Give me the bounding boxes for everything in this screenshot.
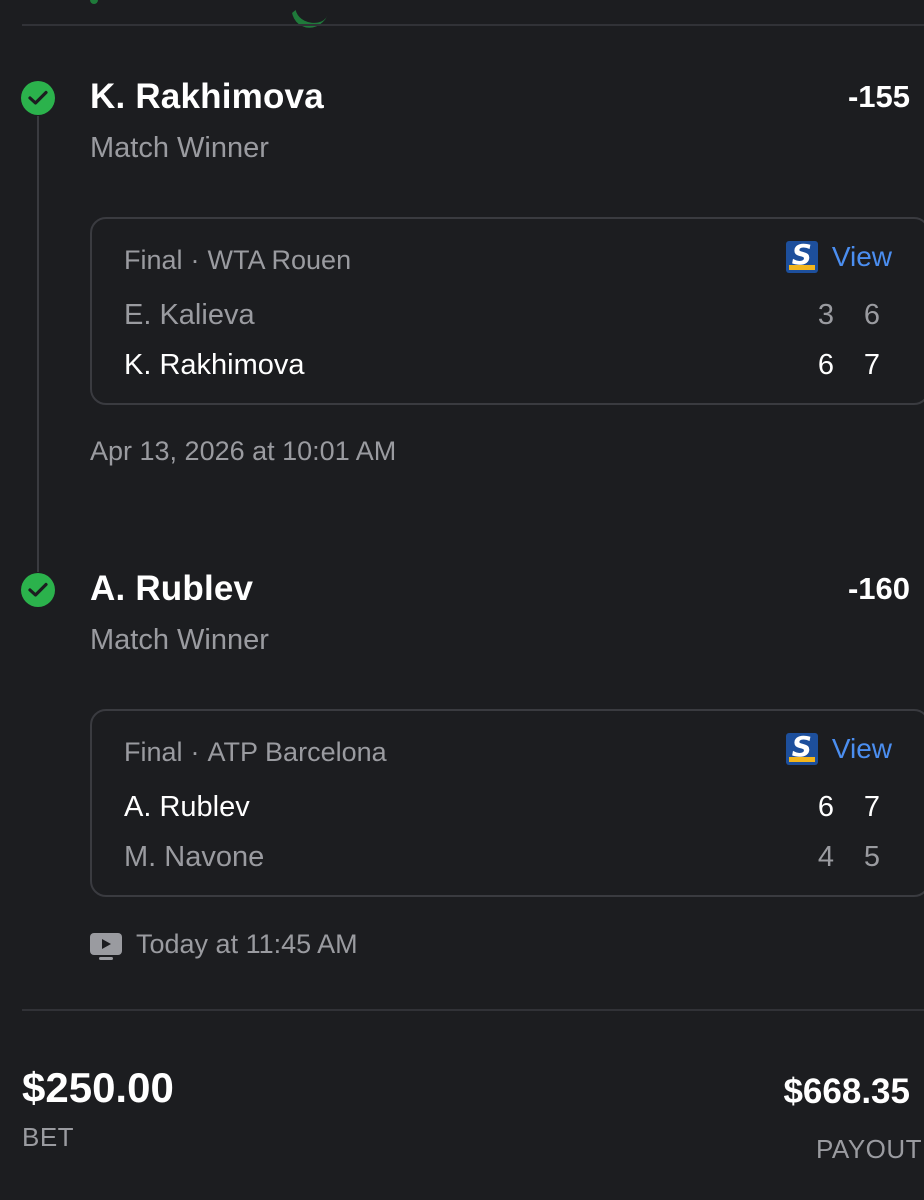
bet-label: BET [22,1122,75,1152]
set-score: 7 [863,349,881,381]
team-row: K. Rakhimova 6 7 [124,349,884,389]
team-row: A. Rublev 6 7 [124,791,884,831]
view-link[interactable]: View [832,241,892,273]
set-score: 6 [863,299,881,331]
leg-player-name: A. Rublev [90,569,254,608]
set-score: 6 [817,349,835,381]
score-card[interactable]: Final · ATP Barcelona S View A. Rublev 6 7… [90,709,924,897]
leg-odds: -155 [847,79,910,114]
leg-odds: -160 [847,571,910,606]
team-name: E. Kalieva [124,299,255,331]
set-score: 5 [863,841,881,873]
set-score: 7 [863,791,881,823]
team-name: M. Navone [124,841,265,873]
view-link-group[interactable]: S View [785,733,892,765]
check-circle-icon [21,573,55,607]
set-score: 4 [817,841,835,873]
separator: · [190,245,200,275]
set-score: 6 [817,791,835,823]
leg-market: Match Winner [90,624,269,656]
set-score: 3 [817,299,835,331]
match-status: Final [124,245,183,275]
game-time: Apr 13, 2026 at 10:01 AM [90,436,397,466]
card-status: Final · WTA Rouen [124,245,351,276]
thescore-logo-icon: S [785,733,818,765]
thescore-logo-icon: S [785,241,818,273]
tournament-name: ATP Barcelona [207,737,387,767]
team-row: M. Navone 4 5 [124,841,884,881]
payout-amount: $668.35 [783,1072,910,1111]
top-decoration-dot [90,0,98,4]
leg-player-name: K. Rakhimova [90,77,324,116]
tv-icon [90,933,122,960]
score-card[interactable]: Final · WTA Rouen S View E. Kalieva 3 6 K.… [90,217,924,405]
check-circle-icon [21,81,55,115]
timeline-connector [37,116,39,572]
bet-amount: $250.00 [22,1064,174,1111]
card-status: Final · ATP Barcelona [124,737,387,768]
top-decoration-mark [285,0,336,34]
view-link[interactable]: View [832,733,892,765]
team-name: A. Rublev [124,791,250,823]
separator: · [190,737,200,767]
tournament-name: WTA Rouen [207,245,352,275]
team-name: K. Rakhimova [124,349,305,381]
summary-divider [22,1009,924,1011]
game-time: Today at 11:45 AM [136,929,358,959]
team-row: E. Kalieva 3 6 [124,299,884,339]
leg-market: Match Winner [90,132,269,164]
payout-label: PAYOUT [816,1134,923,1164]
view-link-group[interactable]: S View [785,241,892,273]
top-divider [22,24,924,26]
match-status: Final [124,737,183,767]
